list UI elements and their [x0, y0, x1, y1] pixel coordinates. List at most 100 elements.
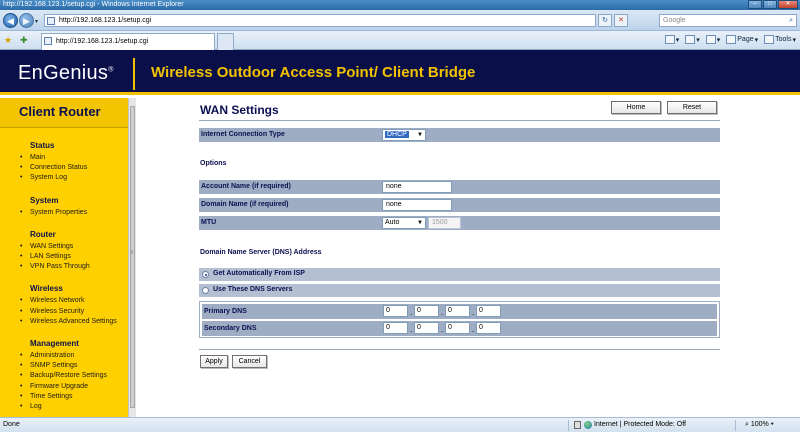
engenius-logo: EnGenius® — [18, 62, 114, 85]
sidebar-item-backup-restore[interactable]: Backup/Restore Settings — [20, 371, 128, 381]
chevron-down-icon: ▼ — [417, 132, 423, 138]
window-title-bar: http://192.168.123.1/setup.cgi - Windows… — [0, 0, 800, 10]
sidebar-item-system-log[interactable]: System Log — [20, 173, 128, 183]
account-name-label: Account Name (if required) — [201, 183, 291, 190]
status-divider — [735, 420, 736, 431]
account-name-row: Account Name (if required) none — [199, 180, 720, 194]
primary-dns-row: Primary DNS 0 . 0 . 0 . 0 — [202, 304, 717, 319]
minimize-icon[interactable]: – — [748, 0, 762, 9]
page-menu[interactable]: Page ▾ — [726, 35, 758, 44]
scrollbar-thumb[interactable] — [130, 106, 135, 408]
primary-dns-octet-1[interactable]: 0 — [383, 305, 408, 317]
cancel-button[interactable]: Cancel — [232, 355, 267, 368]
close-icon[interactable]: ✕ — [778, 0, 798, 9]
dns-auto-row[interactable]: Get Automatically From ISP — [199, 268, 720, 281]
sidebar-header: Client Router — [0, 98, 128, 128]
dns-manual-radio[interactable] — [202, 287, 209, 294]
secondary-dns-octet-2[interactable]: 0 — [414, 322, 439, 334]
add-favorites-icon[interactable]: ✚ — [20, 35, 28, 46]
sidebar-group-wireless: Wireless Wireless Network Wireless Secur… — [0, 284, 128, 327]
zoom-text: 100% — [750, 421, 769, 428]
back-icon[interactable]: ◀ — [3, 13, 18, 28]
print-icon[interactable]: ▾ — [705, 35, 720, 44]
primary-dns-octet-4[interactable]: 0 — [476, 305, 501, 317]
address-tools: ↻ ✕ — [598, 14, 628, 27]
maximize-icon[interactable]: □ — [763, 0, 777, 9]
sidebar-heading: Status — [30, 141, 55, 150]
sidebar-item-wireless-security[interactable]: Wireless Security — [20, 307, 128, 317]
sidebar: Client Router Status Main Connection Sta… — [0, 98, 128, 417]
tab-setup[interactable]: http://192.168.123.1/setup.cgi — [41, 33, 215, 50]
connection-type-select[interactable]: DHCP ▼ — [382, 129, 426, 141]
tab-page-icon — [44, 37, 52, 45]
sidebar-item-main[interactable]: Main — [20, 153, 128, 163]
sidebar-item-administration[interactable]: Administration — [20, 351, 128, 361]
new-tab-button[interactable] — [217, 33, 234, 50]
secondary-dns-octet-3[interactable]: 0 — [445, 322, 470, 334]
home-icon[interactable]: ▾ — [664, 35, 679, 44]
domain-name-field[interactable]: none — [382, 199, 452, 211]
window-title: http://192.168.123.1/setup.cgi - Windows… — [3, 1, 184, 8]
zoom-level[interactable]: ⌕ 100% ▾ — [745, 418, 774, 432]
sidebar-item-log[interactable]: Log — [20, 402, 128, 412]
security-zone[interactable]: Internet | Protected Mode: Off — [584, 418, 686, 432]
sidebar-item-firmware-upgrade[interactable]: Firmware Upgrade — [20, 382, 128, 392]
secondary-dns-octet-4[interactable]: 0 — [476, 322, 501, 334]
sidebar-scrollbar[interactable]: ≡ — [128, 98, 136, 417]
mtu-row: MTU Auto ▼ 1500 — [199, 216, 720, 230]
octet-separator: . — [441, 325, 444, 334]
secondary-dns-octet-1[interactable]: 0 — [383, 322, 408, 334]
history-dropdown-icon[interactable]: ▾ — [35, 18, 38, 25]
octet-separator: . — [472, 325, 475, 334]
sidebar-heading: Router — [30, 229, 56, 239]
sidebar-item-wireless-network[interactable]: Wireless Network — [20, 296, 128, 306]
primary-dns-octet-3[interactable]: 0 — [445, 305, 470, 317]
sidebar-item-lan-settings[interactable]: LAN Settings — [20, 252, 128, 262]
security-zone-text: Internet | Protected Mode: Off — [594, 421, 686, 428]
sidebar-group-system: System System Properties — [0, 196, 128, 218]
mtu-value-field[interactable]: 1500 — [428, 217, 461, 229]
account-name-field[interactable]: none — [382, 181, 452, 193]
search-input[interactable]: Google ⌕ — [659, 14, 797, 27]
sidebar-item-system-properties[interactable]: System Properties — [20, 208, 128, 218]
logo-text: EnGenius — [18, 62, 109, 84]
apply-button[interactable]: Apply — [200, 355, 228, 368]
favorites-star-icon[interactable]: ★ — [4, 35, 12, 46]
stop-icon[interactable]: ✕ — [614, 14, 628, 27]
feeds-icon[interactable]: ▾ — [685, 35, 700, 44]
sidebar-item-vpn-pass-through[interactable]: VPN Pass Through — [20, 262, 128, 272]
sidebar-group-router: Router WAN Settings LAN Settings VPN Pas… — [0, 230, 128, 273]
status-divider — [568, 420, 569, 431]
status-text: Done — [3, 421, 20, 428]
command-bar: ▾ ▾ ▾ Page ▾ Tools ▾ — [664, 35, 796, 44]
sidebar-heading: Wireless — [30, 284, 63, 294]
home-button[interactable]: Home — [611, 101, 661, 114]
primary-dns-octet-2[interactable]: 0 — [414, 305, 439, 317]
sidebar-item-snmp-settings[interactable]: SNMP Settings — [20, 361, 128, 371]
address-text: http://192.168.123.1/setup.cgi — [59, 17, 152, 24]
connection-type-row: Internet Connection Type DHCP ▼ — [199, 128, 720, 142]
dns-auto-radio[interactable] — [202, 271, 209, 278]
tools-menu[interactable]: Tools ▾ — [764, 35, 796, 44]
banner-divider — [133, 58, 135, 90]
forward-icon[interactable]: ▶ — [19, 13, 34, 28]
connection-type-value: DHCP — [385, 131, 409, 138]
dns-manual-label: Use These DNS Servers — [213, 286, 293, 293]
address-bar[interactable]: http://192.168.123.1/setup.cgi — [44, 14, 596, 27]
search-icon[interactable]: ⌕ — [789, 15, 793, 26]
address-toolbar: ◀ ▶ ▾ http://192.168.123.1/setup.cgi ↻ ✕… — [0, 10, 800, 31]
main-content: WAN Settings Home Reset Internet Connect… — [136, 98, 800, 417]
zoom-icon: ⌕ — [745, 421, 749, 428]
reset-button[interactable]: Reset — [667, 101, 717, 114]
tab-toolbar: ★ ✚ http://192.168.123.1/setup.cgi ▾ ▾ ▾… — [0, 31, 800, 50]
sidebar-item-wireless-advanced[interactable]: Wireless Advanced Settings — [20, 317, 128, 327]
octet-separator: . — [441, 308, 444, 317]
mtu-mode-select[interactable]: Auto ▼ — [382, 217, 426, 229]
sidebar-item-wan-settings[interactable]: WAN Settings — [20, 242, 128, 252]
banner-title: Wireless Outdoor Access Point/ Client Br… — [151, 64, 476, 81]
dns-manual-row[interactable]: Use These DNS Servers — [199, 284, 720, 297]
sidebar-item-connection-status[interactable]: Connection Status — [20, 163, 128, 173]
scrollbar-grip-icon: ≡ — [130, 250, 134, 256]
sidebar-item-time-settings[interactable]: Time Settings — [20, 392, 128, 402]
refresh-icon[interactable]: ↻ — [598, 14, 612, 27]
